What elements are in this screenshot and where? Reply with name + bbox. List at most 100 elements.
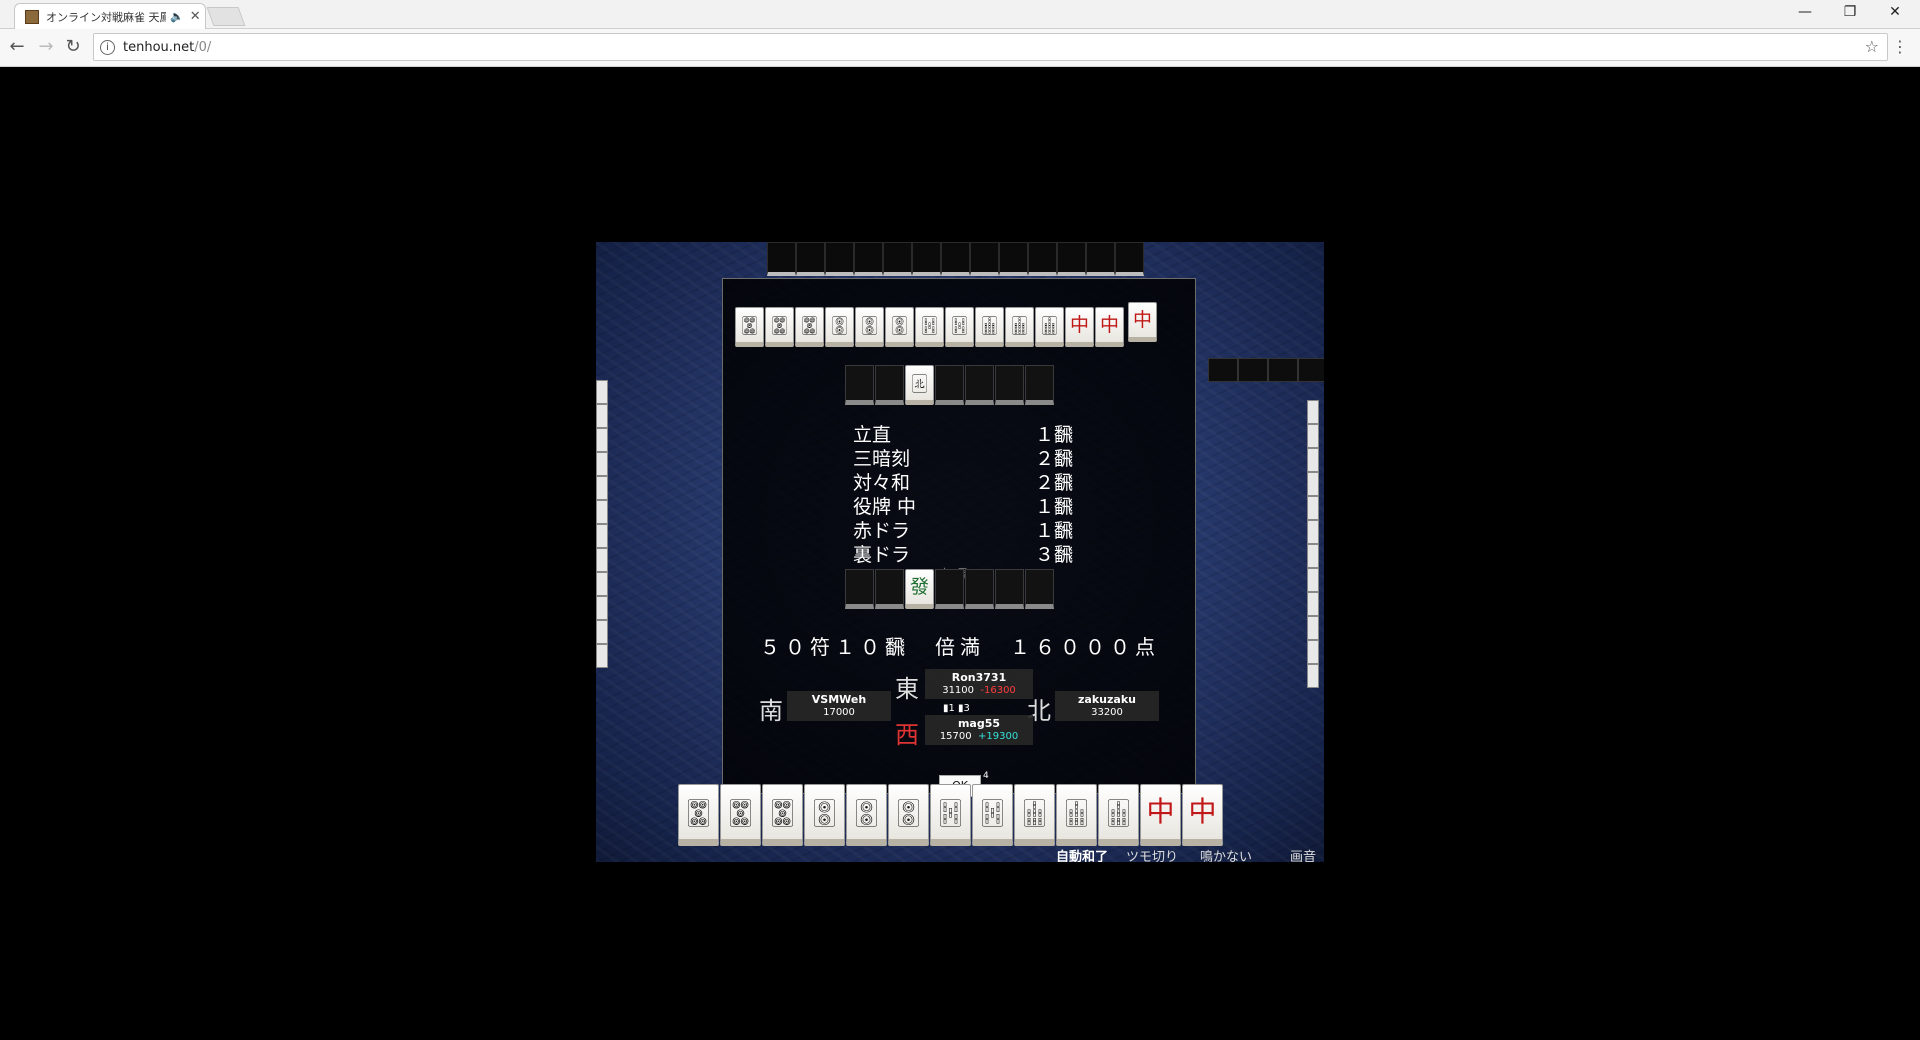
tile[interactable]: 中 <box>1140 784 1181 846</box>
score-total: ５０符１０飜 倍満 １６０００点 <box>760 635 1160 659</box>
tile-back <box>965 365 994 405</box>
no-call-toggle[interactable]: 鳴かない <box>1200 846 1252 862</box>
tile-back <box>875 569 904 609</box>
url-text: tenhou.net/0/ <box>123 40 211 55</box>
agari-tile: 中 <box>1128 302 1157 342</box>
forward-button[interactable]: → <box>35 36 57 57</box>
reload-button[interactable]: ↻ <box>62 36 84 57</box>
player-right-card: zakuzaku 33200 <box>1055 691 1159 721</box>
tile[interactable]: 🀔 <box>972 784 1013 846</box>
tile[interactable]: 🀔 <box>930 784 971 846</box>
tile-back <box>995 569 1024 609</box>
auto-win-toggle[interactable]: 自動和了 <box>1056 846 1108 862</box>
tile: 🀝 <box>765 307 794 347</box>
tab-close-icon[interactable]: ✕ <box>190 9 201 24</box>
tile: 中 <box>1095 307 1124 347</box>
site-info-icon[interactable]: i <box>100 39 115 55</box>
ura-dora-indicator-tile: 發 <box>905 569 934 609</box>
yaku-name: 三暗刻 <box>853 448 911 470</box>
yaku-row: 裏ドラ ３飜 <box>853 543 1073 567</box>
tab-title: オンライン対戦麻雀 天鳳 <box>46 10 166 24</box>
tile[interactable]: 🀝 <box>720 784 761 846</box>
tile[interactable]: 🀖 <box>1098 784 1139 846</box>
ok-countdown: 4 <box>983 771 989 781</box>
url-host: tenhou.net <box>123 39 195 55</box>
seat-east: 東 <box>895 675 919 703</box>
tile: 🀝 <box>735 307 764 347</box>
player-score: 31100 <box>942 685 975 696</box>
player-score-line: 31100 -16300 <box>925 684 1033 697</box>
minimize-button[interactable]: — <box>1790 4 1820 20</box>
tile[interactable]: 🀖 <box>1056 784 1097 846</box>
tile: 🀖 <box>1035 307 1064 347</box>
yaku-name: 立直 <box>853 424 892 446</box>
tile[interactable]: 🀚 <box>846 784 887 846</box>
yaku-row: 三暗刻 ２飜 <box>853 447 1073 471</box>
player-left-card: VSMWeh 17000 <box>787 691 891 721</box>
tile[interactable]: 🀝 <box>762 784 803 846</box>
player-name: mag55 <box>957 717 1001 730</box>
tile[interactable]: 中 <box>1182 784 1223 846</box>
browser-menu-icon[interactable]: ⋮ <box>1892 37 1908 56</box>
right-player-hand <box>1208 358 1324 382</box>
tile[interactable]: 🀚 <box>888 784 929 846</box>
result-panel: 🀝 🀝 🀝 🀚 🀚 🀚 🀔 🀔 🀖 🀖 🀖 中中中 🀃 立直 １飜 三暗刻 ２飜 対々和 ２飜 役牌 中 １飜 赤ドラ… <box>722 278 1196 797</box>
yaku-row: 立直 １飜 <box>853 423 1073 447</box>
new-tab-button[interactable] <box>206 7 246 26</box>
seat-west: 西 <box>895 721 919 749</box>
tile-back <box>875 365 904 405</box>
tile: 🀖 <box>1005 307 1034 347</box>
back-button[interactable]: ← <box>6 36 28 57</box>
player-name: zakuzaku <box>1078 693 1136 706</box>
speaker-icon[interactable]: 🔈 <box>170 10 184 23</box>
dora-indicator-tile: 🀃 <box>905 365 934 405</box>
browser-toolbar: ← → ↻ i tenhou.net/0/ ☆ ⋮ <box>0 29 1920 67</box>
restore-button[interactable]: ❐ <box>1835 4 1865 20</box>
tile[interactable]: 🀝 <box>678 784 719 846</box>
player-name: Ron3731 <box>951 671 1007 684</box>
tile: 🀝 <box>795 307 824 347</box>
tile-back <box>965 569 994 609</box>
tab-strip: オンライン対戦麻雀 天鳳 🔈 ✕ — ❐ ✕ <box>0 0 1920 29</box>
tile-back <box>935 365 964 405</box>
player-score: 33200 <box>1091 707 1123 718</box>
tile-back <box>1025 569 1054 609</box>
honba-riichi-counters: ▮1 ▮3 <box>943 703 970 714</box>
address-bar[interactable]: i tenhou.net/0/ ☆ <box>93 33 1888 61</box>
winning-hand: 🀝 🀝 🀝 🀚 🀚 🀚 🀔 🀔 🀖 🀖 🀖 中中中 <box>735 302 1157 347</box>
score-delta: -16300 <box>980 685 1016 696</box>
yaku-list: 立直 １飜 三暗刻 ２飜 対々和 ２飜 役牌 中 １飜 赤ドラ １飜 裏ドラ ３飜 <box>853 423 1073 567</box>
yaku-han: ２飜 <box>1034 472 1073 494</box>
sound-toggle[interactable]: 画音 <box>1290 846 1316 862</box>
tile: 🀖 <box>975 307 1004 347</box>
player-name: VSMWeh <box>811 693 867 706</box>
yaku-name: 赤ドラ <box>853 520 911 542</box>
score-delta: +19300 <box>977 731 1019 742</box>
tile-back <box>845 569 874 609</box>
yaku-han: １飜 <box>1034 424 1073 446</box>
yaku-han: ２飜 <box>1034 448 1073 470</box>
top-wall <box>767 242 1144 276</box>
tile-back <box>935 569 964 609</box>
bookmark-star-icon[interactable]: ☆ <box>1865 37 1879 56</box>
yaku-row: 赤ドラ １飜 <box>853 519 1073 543</box>
player-hand: 🀝 🀝 🀝 🀚 🀚 🀚 🀔 🀔 🀖 🀖 🀖 中中 <box>678 784 1223 846</box>
player-top-card: Ron3731 31100 -16300 <box>925 669 1033 699</box>
right-wall <box>1307 400 1319 688</box>
yaku-name: 役牌 中 <box>853 496 917 518</box>
player-score: 15700 <box>939 731 972 742</box>
seat-south: 南 <box>759 697 783 725</box>
tile-back <box>995 365 1024 405</box>
tile[interactable]: 🀚 <box>804 784 845 846</box>
tile[interactable]: 🀖 <box>1014 784 1055 846</box>
dora-row: 🀃 <box>845 365 1054 405</box>
yaku-row: 役牌 中 １飜 <box>853 495 1073 519</box>
url-path: /0/ <box>194 39 212 55</box>
mahjong-table: 🀝 🀝 🀝 🀚 🀚 🀚 🀔 🀔 🀖 🀖 🀖 中中中 🀃 立直 １飜 三暗刻 ２飜 対々和 ２飜 役牌 中 １飜 赤ドラ… <box>596 242 1324 862</box>
tsumogiri-toggle[interactable]: ツモ切り <box>1126 846 1178 862</box>
yaku-name: 対々和 <box>853 472 911 494</box>
yaku-han: ３飜 <box>1034 544 1073 566</box>
browser-tab[interactable]: オンライン対戦麻雀 天鳳 🔈 ✕ <box>14 3 206 29</box>
window-close-button[interactable]: ✕ <box>1880 4 1910 20</box>
tenhou-favicon-icon <box>25 9 39 24</box>
